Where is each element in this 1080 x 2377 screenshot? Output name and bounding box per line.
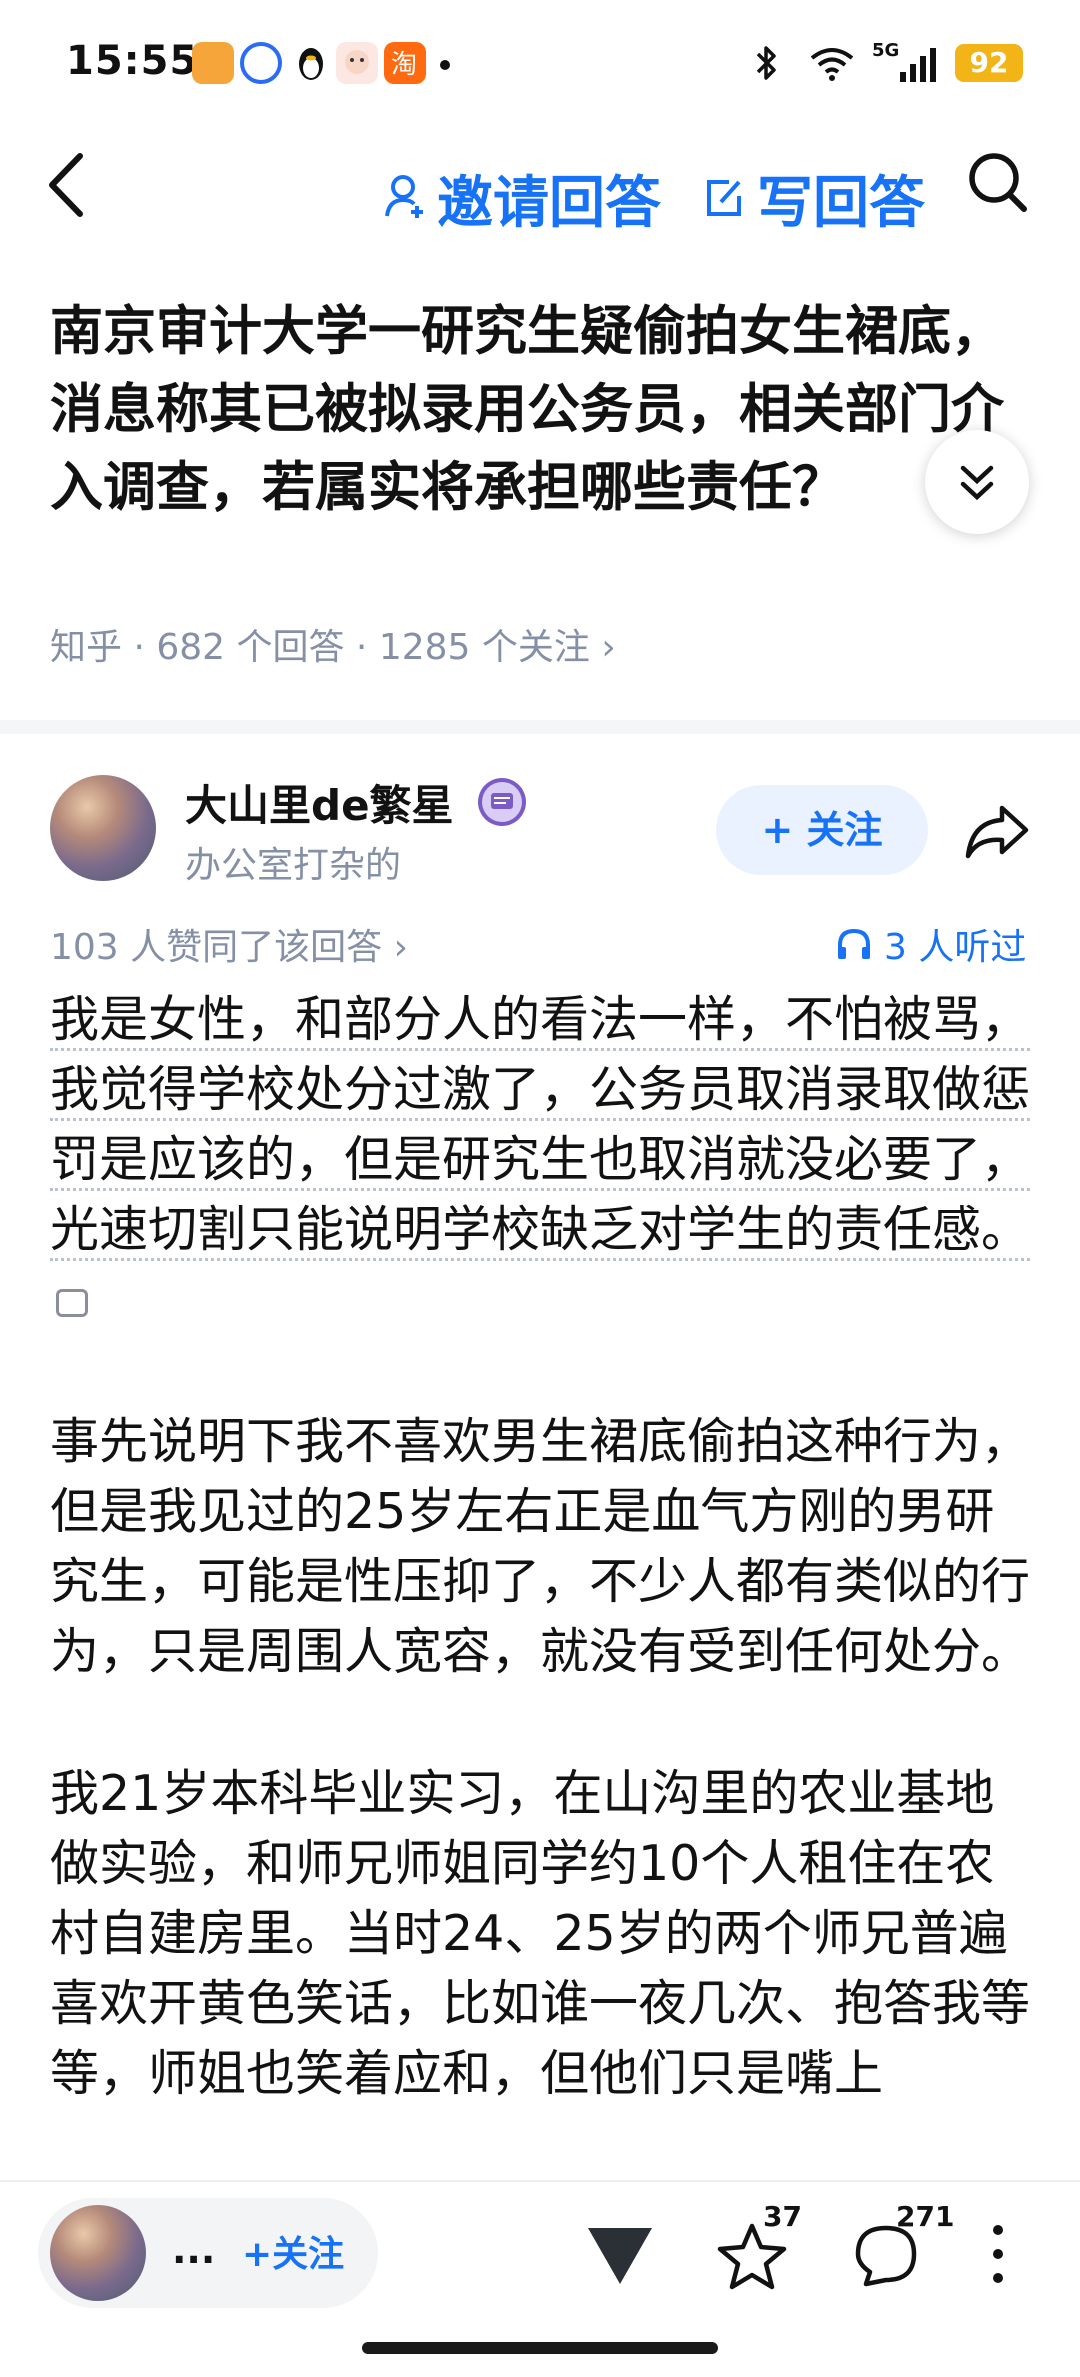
inline-comment-icon[interactable]	[56, 1288, 88, 1317]
invite-answer-button[interactable]: 邀请回答	[383, 158, 661, 239]
invite-user-icon	[383, 172, 429, 226]
bluetooth-icon	[752, 42, 782, 88]
answer-paragraph: 我21岁本科毕业实习，在山沟里的农业基地做实验，和师兄师姐同学约10个人租住在农…	[50, 1759, 1035, 2109]
write-answer-label: 写回答	[757, 171, 925, 236]
back-icon[interactable]	[44, 150, 88, 220]
comment-count: 271	[896, 2200, 955, 2233]
author-avatar[interactable]	[50, 775, 156, 881]
signal-icon	[898, 44, 942, 88]
search-icon[interactable]	[966, 150, 1030, 220]
follow-button[interactable]: + 关注	[716, 785, 928, 875]
app-icon-blue	[240, 42, 282, 84]
answer-paragraph: 我是女性，和部分人的看法一样，不怕被骂，我觉得学校处分过激了，公务员取消录取做惩…	[50, 985, 1035, 1335]
section-divider	[0, 720, 1080, 734]
notification-dot	[440, 60, 450, 70]
taobao-icon: 淘	[384, 42, 426, 84]
expand-question-button[interactable]	[925, 430, 1029, 534]
vote-count[interactable]: 103 人赞同了该回答 ›	[50, 918, 408, 970]
qq-penguin-icon	[290, 42, 332, 84]
author-bio: 办公室打杂的	[185, 845, 402, 886]
bottom-author-avatar[interactable]	[50, 2205, 146, 2301]
app-icon-orange	[192, 42, 234, 84]
answer-paragraph-text[interactable]: 我21岁本科毕业实习，在山沟里的农业基地做实验，和师兄师姐同学约10个人租住在农…	[50, 1765, 1030, 2102]
battery-indicator: 92	[955, 44, 1023, 82]
headphones-icon	[834, 925, 874, 967]
write-answer-button[interactable]: 写回答	[703, 158, 925, 239]
status-time: 15:55	[66, 38, 199, 84]
svg-text:淘: 淘	[391, 50, 417, 80]
listened-count[interactable]: 3 人听过	[884, 918, 1026, 970]
network-type: 5G	[872, 40, 900, 61]
author-badge-icon	[478, 778, 526, 826]
bottom-author-name: ...	[172, 2228, 216, 2272]
question-meta[interactable]: 知乎 · 682 个回答 · 1285 个关注 ›	[50, 618, 616, 670]
author-name[interactable]: 大山里de繁星	[185, 772, 454, 833]
answer-body: 我是女性，和部分人的看法一样，不怕被骂，我觉得学校处分过激了，公务员取消录取做惩…	[50, 985, 1035, 2181]
answer-paragraph: 事先说明下我不喜欢男生裙底偷拍这种行为，但是我见过的25岁左右正是血气方刚的男研…	[50, 1407, 1035, 1687]
bottom-follow-button[interactable]: +关注	[242, 2225, 344, 2277]
chevron-down-icon	[960, 465, 994, 501]
app-icon-avatar	[336, 42, 378, 84]
answer-paragraph-text[interactable]: 我是女性，和部分人的看法一样，不怕被骂，我觉得学校处分过激了，公务员取消录取做惩…	[50, 991, 1031, 1261]
home-indicator	[362, 2342, 718, 2354]
answer-paragraph-text[interactable]: 事先说明下我不喜欢男生裙底偷拍这种行为，但是我见过的25岁左右正是血气方刚的男研…	[50, 1413, 1030, 1680]
invite-answer-label: 邀请回答	[437, 171, 661, 236]
star-count: 37	[763, 2200, 802, 2233]
more-options-icon[interactable]	[988, 2222, 1008, 2290]
question-title[interactable]: 南京审计大学一研究生疑偷拍女生裙底，消息称其已被拟录用公务员，相关部门介入调查，…	[50, 293, 1030, 527]
downvote-icon[interactable]	[582, 2222, 658, 2294]
status-bar: 15:55 淘 5G 92	[0, 0, 1080, 130]
share-icon[interactable]	[962, 800, 1032, 868]
edit-icon	[703, 174, 745, 224]
wifi-icon	[808, 46, 856, 86]
